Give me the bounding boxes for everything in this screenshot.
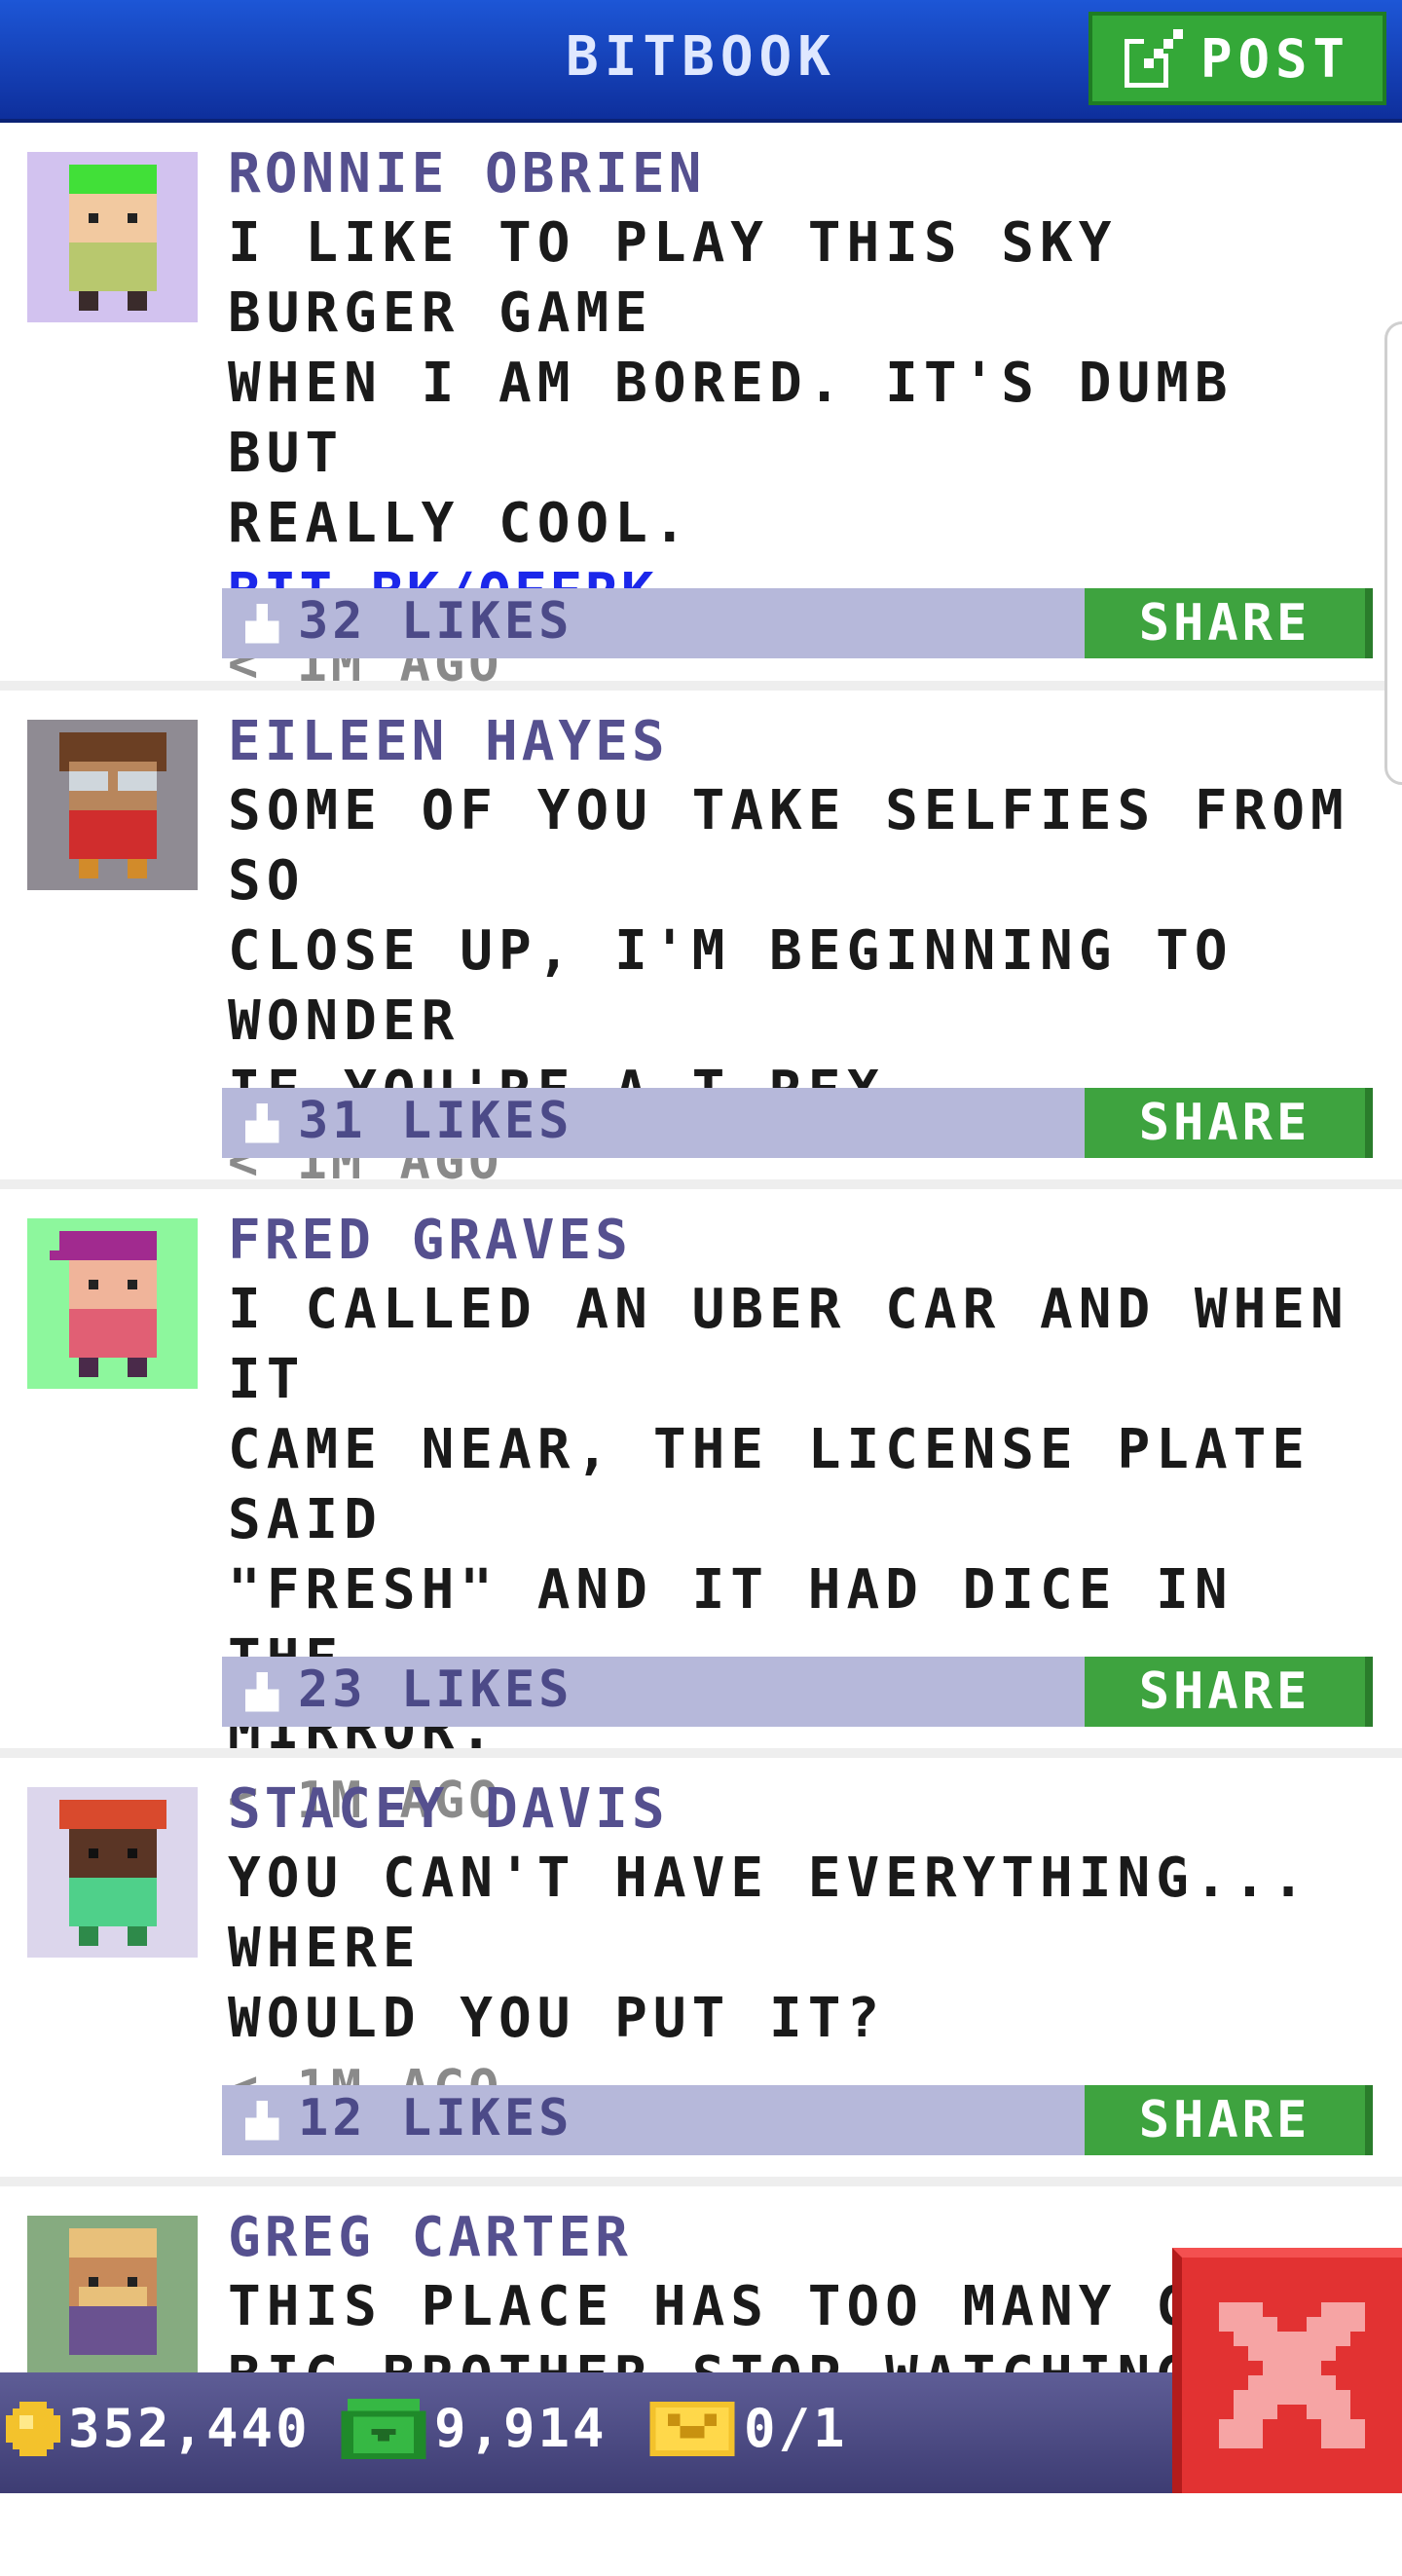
post-text-line: CAME NEAR, THE LICENSE PLATE SAID	[228, 1418, 1311, 1551]
thumbs-up-icon[interactable]	[240, 1672, 284, 1717]
share-button[interactable]: SHARE	[1085, 2085, 1373, 2155]
avatar	[27, 720, 198, 890]
likes-bar: 31 LIKES SHARE	[222, 1088, 1373, 1158]
person-avatar-icon	[49, 1230, 157, 1377]
likes-count: 32 LIKES	[298, 592, 573, 651]
post-author[interactable]: FRED GRAVES	[228, 1207, 1383, 1275]
cash-icon	[341, 2398, 426, 2459]
post-author[interactable]: STACEY DAVIS	[228, 1775, 1383, 1844]
post-text-line: SOME OF YOU TAKE SELFIES FROM SO	[228, 779, 1349, 913]
avatar	[27, 1787, 198, 1958]
post-text-line: YOU CAN'T HAVE EVERYTHING... WHERE	[228, 1847, 1311, 1980]
likes-count: 23 LIKES	[298, 1661, 573, 1719]
person-avatar-icon	[68, 164, 157, 311]
post-button[interactable]: POST	[1088, 12, 1386, 105]
feed-post: FRED GRAVES I CALLED AN UBER CAR AND WHE…	[0, 1189, 1402, 1830]
feed-post: EILEEN HAYES SOME OF YOU TAKE SELFIES FR…	[0, 691, 1402, 1191]
feed-post: STACEY DAVIS YOU CAN'T HAVE EVERYTHING..…	[0, 1758, 1402, 2186]
coins-stat: 352,440	[6, 2398, 311, 2459]
share-button[interactable]: SHARE	[1085, 1657, 1373, 1727]
news-feed[interactable]: RONNIE OBRIEN I LIKE TO PLAY THIS SKY BU…	[0, 123, 1402, 2576]
avatar	[27, 2216, 198, 2386]
app-header: BITBOOK POST	[0, 0, 1402, 123]
scroll-indicator[interactable]	[1384, 321, 1402, 785]
post-text-line: REALLY COOL.	[228, 492, 692, 555]
mail-value: 0/1	[744, 2398, 848, 2459]
post-text-line: WHEN I AM BORED. IT'S DUMB BUT	[228, 352, 1234, 485]
cash-value: 9,914	[434, 2398, 608, 2459]
likes-count: 31 LIKES	[298, 1092, 573, 1150]
thumbs-up-icon[interactable]	[240, 2101, 284, 2146]
post-text-line: I LIKE TO PLAY THIS SKY BURGER GAME	[228, 211, 1118, 345]
thumbs-up-icon[interactable]	[240, 604, 284, 649]
thumbs-up-icon[interactable]	[240, 1103, 284, 1148]
post-text-line: I CALLED AN UBER CAR AND WHEN IT	[228, 1278, 1349, 1411]
likes-bar: 12 LIKES SHARE	[222, 2085, 1373, 2155]
avatar	[27, 152, 198, 322]
mail-icon	[649, 2401, 735, 2456]
share-button[interactable]: SHARE	[1085, 1088, 1373, 1158]
close-button[interactable]	[1172, 2248, 1402, 2493]
post-text-line: CLOSE UP, I'M BEGINNING TO WONDER	[228, 919, 1234, 1053]
coins-value: 352,440	[68, 2398, 311, 2459]
mail-stat: 0/1	[648, 2398, 848, 2459]
person-avatar-icon	[58, 731, 166, 878]
share-button[interactable]: SHARE	[1085, 588, 1373, 658]
person-avatar-icon	[58, 1799, 166, 1946]
feed-post: RONNIE OBRIEN I LIKE TO PLAY THIS SKY BU…	[0, 123, 1402, 693]
post-author[interactable]: EILEEN HAYES	[228, 708, 1383, 776]
coin-icon	[6, 2401, 60, 2456]
post-author[interactable]: RONNIE OBRIEN	[228, 140, 1383, 208]
post-text-line: WOULD YOU PUT IT?	[228, 1987, 886, 2050]
close-icon	[1219, 2302, 1365, 2448]
post-button-label: POST	[1199, 27, 1351, 90]
likes-bar: 23 LIKES SHARE	[222, 1657, 1373, 1727]
avatar	[27, 1218, 198, 1389]
cash-stat: 9,914	[341, 2398, 608, 2459]
person-avatar-icon	[68, 2227, 157, 2355]
likes-count: 12 LIKES	[298, 2089, 573, 2147]
compose-icon	[1124, 29, 1183, 88]
likes-bar: 32 LIKES SHARE	[222, 588, 1373, 658]
